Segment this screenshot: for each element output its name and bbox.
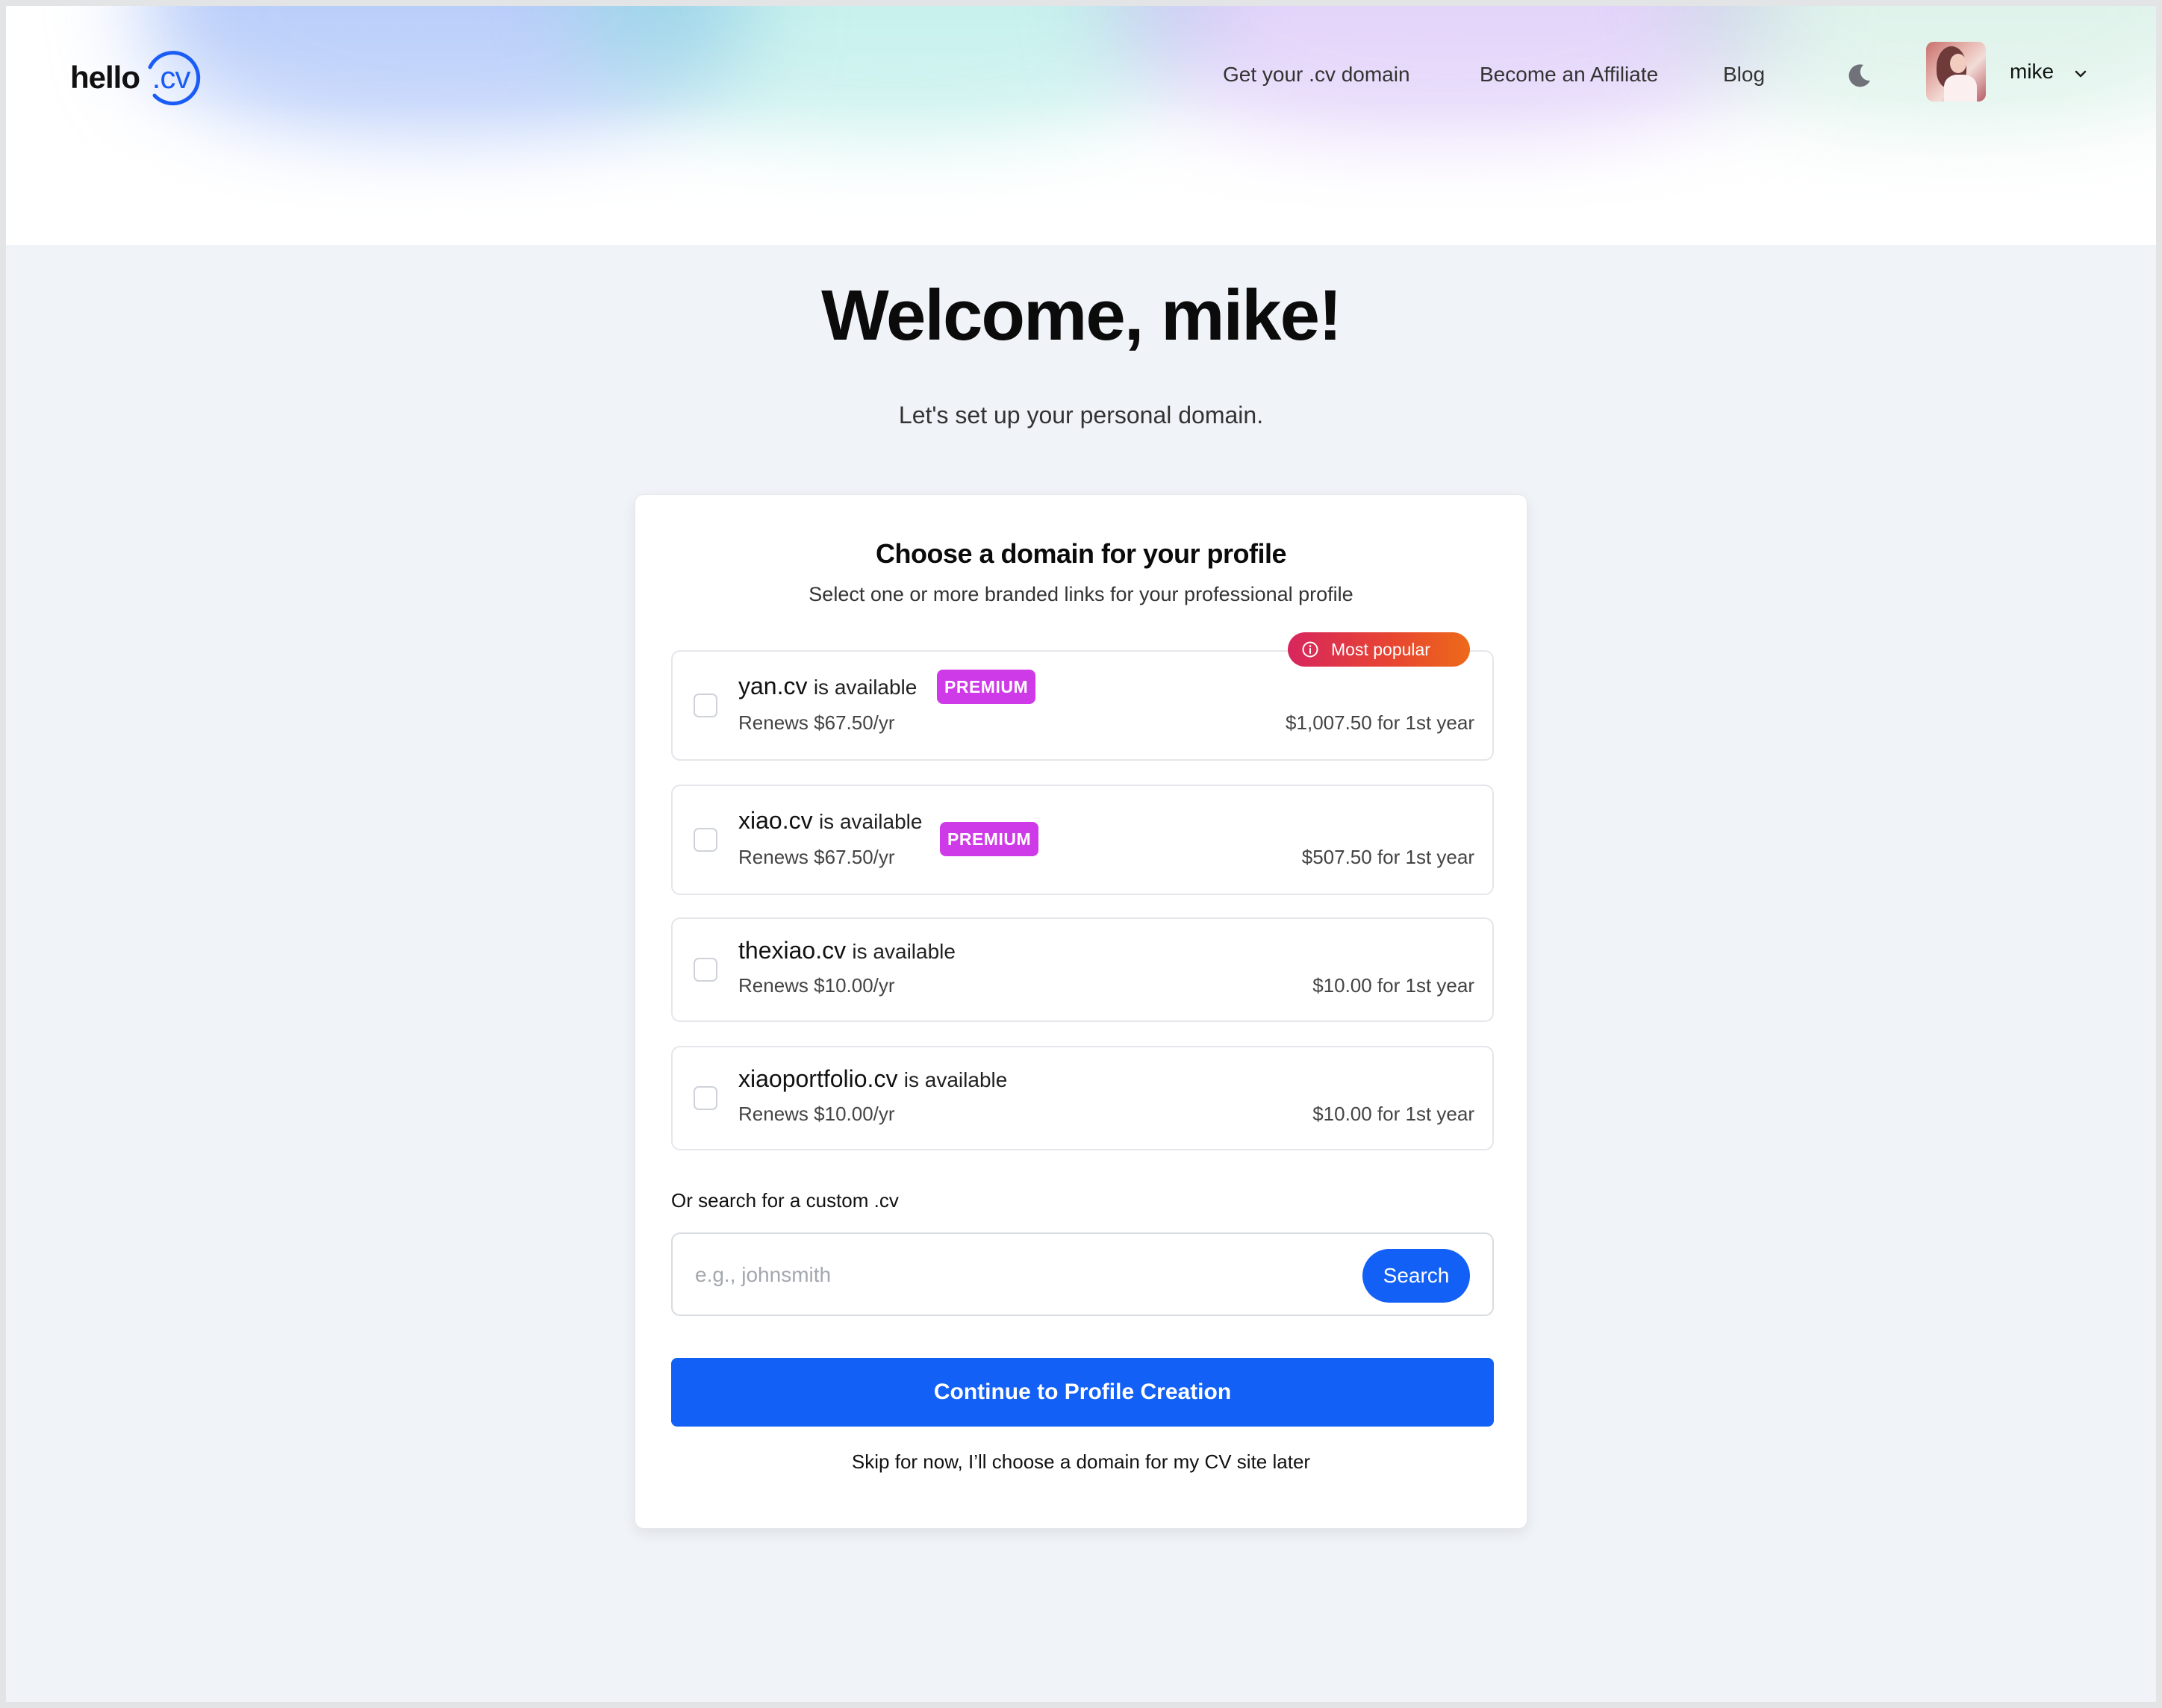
first-year-price: $10.00 for 1st year xyxy=(1312,974,1474,997)
renew-price: Renews $67.50/yr xyxy=(738,711,895,734)
domain-checkbox[interactable] xyxy=(694,958,717,982)
page: hello .cv Get your .cv domain Become an … xyxy=(6,6,2156,1702)
renew-price: Renews $10.00/yr xyxy=(738,974,895,997)
hero-background xyxy=(6,6,2156,245)
card-title: Choose a domain for your profile xyxy=(875,538,1287,569)
domain-checkbox[interactable] xyxy=(694,828,717,852)
nav-blog[interactable]: Blog xyxy=(1723,58,1765,91)
domain-checkbox[interactable] xyxy=(694,1086,717,1110)
domain-name: thexiao.cv is available xyxy=(738,937,956,964)
info-icon xyxy=(1302,641,1318,658)
domain-name: xiaoportfolio.cv is available xyxy=(738,1065,1008,1092)
page-title: Welcome, mike! xyxy=(821,275,1342,355)
moon-icon[interactable] xyxy=(1844,60,1874,90)
domain-option-yan[interactable]: Most popular yan.cv is available PREMIUM… xyxy=(671,632,1494,761)
premium-badge: PREMIUM xyxy=(937,670,1036,704)
logo-ring-icon: .cv xyxy=(141,48,201,107)
page-subtitle: Let's set up your personal domain. xyxy=(898,402,1264,428)
first-year-price: $10.00 for 1st year xyxy=(1312,1103,1474,1125)
avatar[interactable] xyxy=(1926,42,1986,102)
nav-get-domain[interactable]: Get your .cv domain xyxy=(1223,58,1410,91)
logo-accent: .cv xyxy=(152,60,191,95)
skip-link[interactable]: Skip for now, I’ll choose a domain for m… xyxy=(635,1450,1527,1474)
first-year-price: $507.50 for 1st year xyxy=(1301,846,1474,868)
domain-name: yan.cv is available xyxy=(738,673,918,699)
renew-price: Renews $67.50/yr xyxy=(738,846,895,868)
search-button[interactable]: Search xyxy=(1362,1249,1470,1303)
domain-checkbox[interactable] xyxy=(694,694,717,717)
domain-card: Choose a domain for your profile Select … xyxy=(635,494,1527,1529)
domain-option-thexiao[interactable]: thexiao.cv is available Renews $10.00/yr… xyxy=(671,917,1494,1022)
continue-button[interactable]: Continue to Profile Creation xyxy=(671,1358,1494,1427)
search-label: Or search for a custom .cv xyxy=(671,1189,899,1212)
most-popular-label: Most popular xyxy=(1331,639,1430,659)
nav-affiliate[interactable]: Become an Affiliate xyxy=(1480,58,1658,91)
card-subtitle: Select one or more branded links for you… xyxy=(809,583,1353,605)
premium-badge: PREMIUM xyxy=(940,822,1039,856)
first-year-price: $1,007.50 for 1st year xyxy=(1286,711,1474,734)
domain-option-xiao[interactable]: xiao.cv is available PREMIUM Renews $67.… xyxy=(671,785,1494,895)
domain-option-xiaoportfolio[interactable]: xiaoportfolio.cv is available Renews $10… xyxy=(671,1046,1494,1150)
renew-price: Renews $10.00/yr xyxy=(738,1103,895,1125)
search-box: Search xyxy=(671,1232,1494,1316)
user-name[interactable]: mike xyxy=(2010,60,2054,84)
domain-name: xiao.cv is available xyxy=(738,807,923,834)
chevron-down-icon[interactable] xyxy=(2072,66,2089,82)
logo-text: hello xyxy=(70,60,140,95)
logo[interactable]: hello .cv xyxy=(70,46,201,109)
most-popular-badge: Most popular xyxy=(1288,632,1470,667)
search-input[interactable] xyxy=(695,1255,1352,1295)
